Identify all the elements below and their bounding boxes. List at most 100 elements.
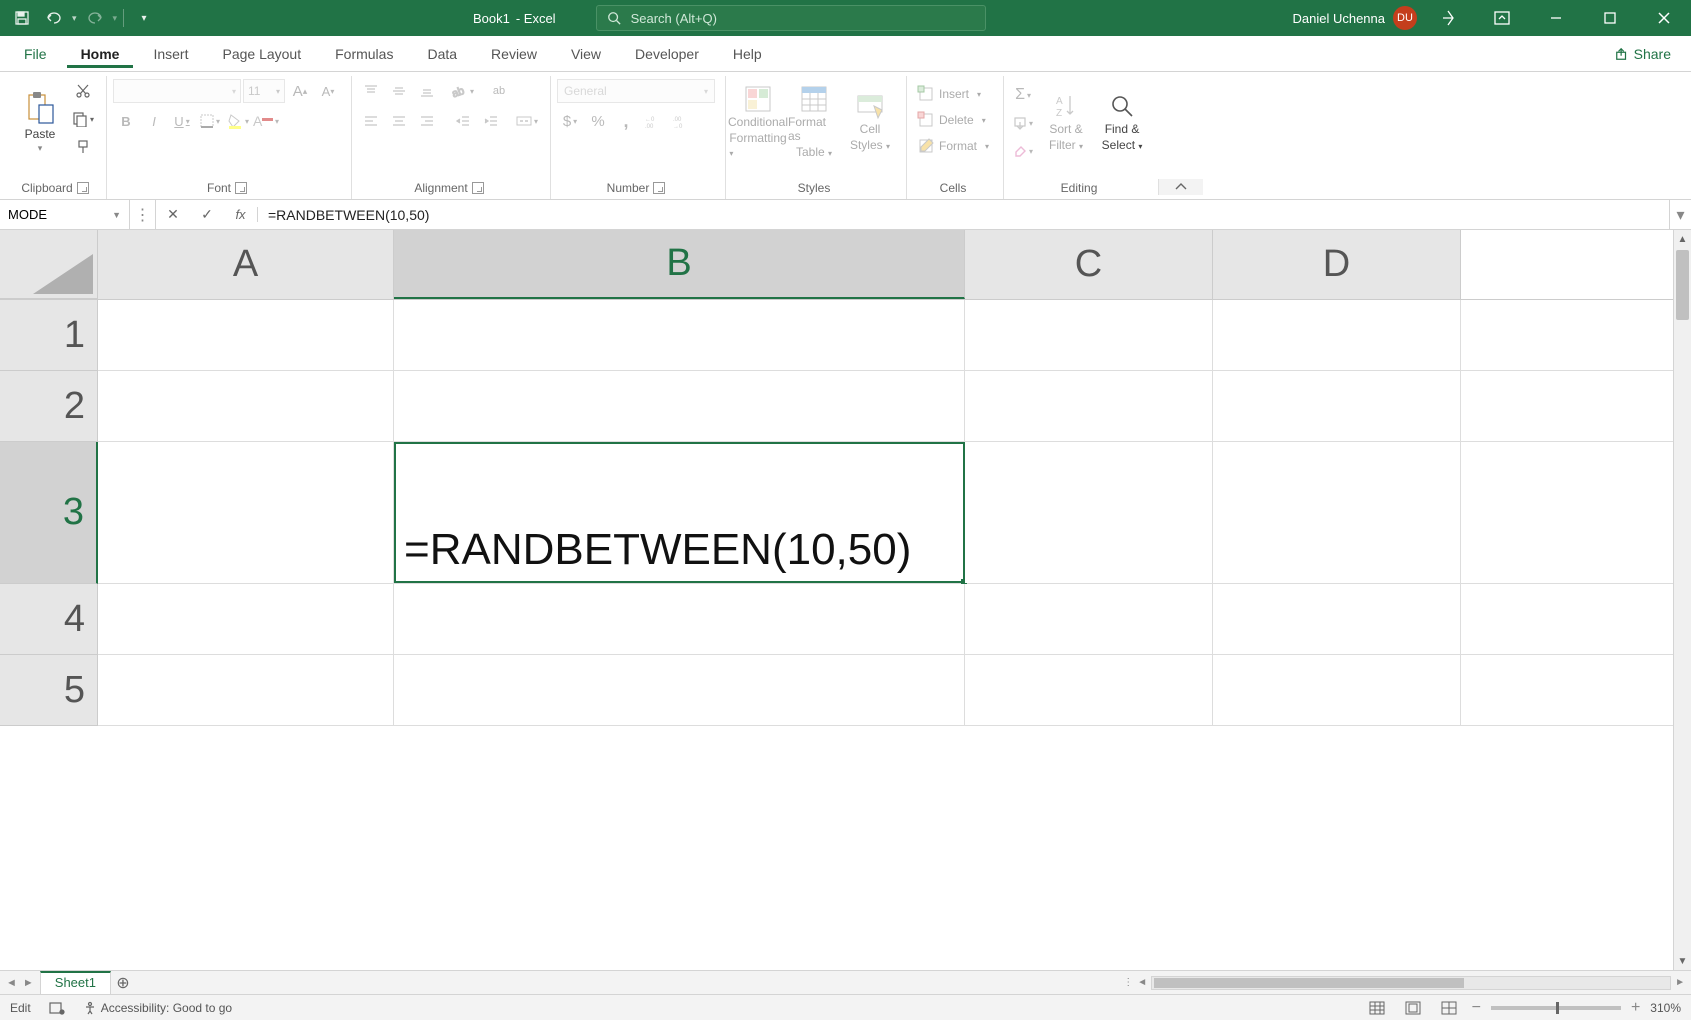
currency-icon[interactable]: $▾ — [557, 108, 583, 134]
zoom-out-icon[interactable]: − — [1472, 999, 1481, 1017]
sheet-tab[interactable]: Sheet1 — [40, 971, 111, 994]
cell[interactable] — [965, 442, 1213, 583]
cancel-formula-icon[interactable]: ✕ — [156, 206, 190, 223]
cell[interactable] — [1213, 371, 1461, 441]
delete-cells-button[interactable]: Delete▾ — [913, 108, 990, 132]
tab-file[interactable]: File — [10, 40, 61, 68]
maximize-icon[interactable] — [1587, 0, 1633, 36]
accessibility-status[interactable]: Accessibility: Good to go — [83, 1001, 232, 1015]
cell[interactable] — [98, 442, 394, 583]
search-box[interactable]: Search (Alt+Q) — [596, 5, 986, 31]
number-dialog-launcher[interactable] — [653, 182, 665, 194]
share-button[interactable]: Share — [1605, 42, 1681, 66]
paste-button[interactable]: Paste ▾ — [14, 78, 66, 166]
cell[interactable] — [1213, 442, 1461, 583]
tab-page-layout[interactable]: Page Layout — [208, 40, 315, 68]
find-select-button[interactable]: Find & Select ▾ — [1096, 78, 1148, 166]
font-name-select[interactable]: ▾ — [113, 79, 241, 103]
vertical-scrollbar[interactable] — [1674, 248, 1691, 952]
save-icon[interactable] — [8, 4, 36, 32]
cell[interactable] — [98, 584, 394, 654]
collapse-ribbon-icon[interactable] — [1158, 179, 1203, 195]
cell[interactable] — [394, 655, 965, 725]
minimize-icon[interactable] — [1533, 0, 1579, 36]
clear-icon[interactable]: ▾ — [1010, 138, 1036, 164]
sheet-nav-prev-icon[interactable]: ◄ — [6, 977, 17, 989]
conditional-formatting-button[interactable]: Conditional Formatting ▾ — [732, 78, 784, 166]
row-header[interactable]: 1 — [0, 300, 98, 371]
cell[interactable] — [394, 300, 965, 370]
tab-data[interactable]: Data — [413, 40, 471, 68]
cell[interactable] — [394, 371, 965, 441]
percent-icon[interactable]: % — [585, 108, 611, 134]
column-header[interactable]: A — [98, 230, 394, 299]
tab-review[interactable]: Review — [477, 40, 551, 68]
tab-formulas[interactable]: Formulas — [321, 40, 407, 68]
avatar[interactable]: DU — [1393, 6, 1417, 30]
align-bottom-icon[interactable] — [414, 78, 440, 104]
tab-view[interactable]: View — [557, 40, 615, 68]
row-header[interactable]: 2 — [0, 371, 98, 442]
sheet-nav-next-icon[interactable]: ► — [23, 977, 34, 989]
tab-help[interactable]: Help — [719, 40, 776, 68]
zoom-slider[interactable] — [1491, 1006, 1621, 1010]
cell[interactable] — [965, 300, 1213, 370]
autosum-icon[interactable]: Σ▾ — [1010, 82, 1036, 108]
tab-insert[interactable]: Insert — [139, 40, 202, 68]
alignment-dialog-launcher[interactable] — [472, 182, 484, 194]
copy-icon[interactable]: ▾ — [70, 106, 96, 132]
cell[interactable] — [1213, 584, 1461, 654]
macro-record-icon[interactable] — [49, 1001, 65, 1015]
cell[interactable] — [965, 584, 1213, 654]
border-icon[interactable]: ▾ — [197, 108, 223, 134]
clipboard-dialog-launcher[interactable] — [77, 182, 89, 194]
decrease-decimal-icon[interactable]: .00→0 — [669, 108, 695, 134]
cell[interactable] — [98, 371, 394, 441]
zoom-level[interactable]: 310% — [1650, 1001, 1681, 1015]
expand-formula-bar-icon[interactable]: ▾ — [1669, 200, 1691, 229]
comma-style-icon[interactable]: , — [613, 108, 639, 134]
row-header[interactable]: 3 — [0, 442, 98, 584]
cell[interactable] — [98, 300, 394, 370]
increase-font-icon[interactable]: A▴ — [287, 78, 313, 104]
wrap-text-icon[interactable]: ab — [486, 78, 512, 104]
cell[interactable] — [965, 371, 1213, 441]
increase-indent-icon[interactable] — [478, 108, 504, 134]
font-dialog-launcher[interactable] — [235, 182, 247, 194]
add-sheet-button[interactable]: ⊕ — [111, 971, 135, 994]
column-header[interactable]: B — [394, 230, 965, 299]
coming-soon-icon[interactable] — [1425, 0, 1471, 36]
scroll-up-icon[interactable]: ▲ — [1674, 230, 1691, 248]
merge-center-icon[interactable]: ▾ — [514, 108, 540, 134]
row-header[interactable]: 4 — [0, 584, 98, 655]
tab-developer[interactable]: Developer — [621, 40, 713, 68]
zoom-in-icon[interactable]: + — [1631, 999, 1640, 1017]
ribbon-display-icon[interactable] — [1479, 0, 1525, 36]
fill-icon[interactable]: ▾ — [1010, 110, 1036, 136]
formula-input[interactable]: =RANDBETWEEN(10,50) — [258, 200, 1669, 229]
cell-styles-button[interactable]: Cell Styles ▾ — [844, 78, 896, 166]
italic-button[interactable]: I — [141, 108, 167, 134]
tab-home[interactable]: Home — [67, 40, 134, 68]
page-break-view-icon[interactable] — [1436, 998, 1462, 1018]
select-all-corner[interactable] — [0, 230, 98, 299]
accept-formula-icon[interactable]: ✓ — [190, 206, 224, 223]
hscroll-left-icon[interactable]: ◄ — [1137, 977, 1147, 988]
fx-icon[interactable]: fx — [224, 207, 258, 222]
format-cells-button[interactable]: Format▾ — [913, 134, 993, 158]
bold-button[interactable]: B — [113, 108, 139, 134]
align-left-icon[interactable] — [358, 108, 384, 134]
cell[interactable] — [965, 655, 1213, 725]
column-header[interactable]: C — [965, 230, 1213, 299]
scroll-down-icon[interactable]: ▼ — [1674, 952, 1691, 970]
fill-color-icon[interactable]: ▾ — [225, 108, 251, 134]
page-layout-view-icon[interactable] — [1400, 998, 1426, 1018]
increase-decimal-icon[interactable]: ←0.00 — [641, 108, 667, 134]
font-size-select[interactable]: 11▾ — [243, 79, 285, 103]
user-name[interactable]: Daniel Uchenna — [1292, 11, 1385, 26]
hscroll-right-icon[interactable]: ► — [1675, 977, 1685, 988]
number-format-select[interactable]: General▾ — [557, 79, 715, 103]
decrease-font-icon[interactable]: A▾ — [315, 78, 341, 104]
row-header[interactable]: 5 — [0, 655, 98, 726]
align-top-icon[interactable] — [358, 78, 384, 104]
